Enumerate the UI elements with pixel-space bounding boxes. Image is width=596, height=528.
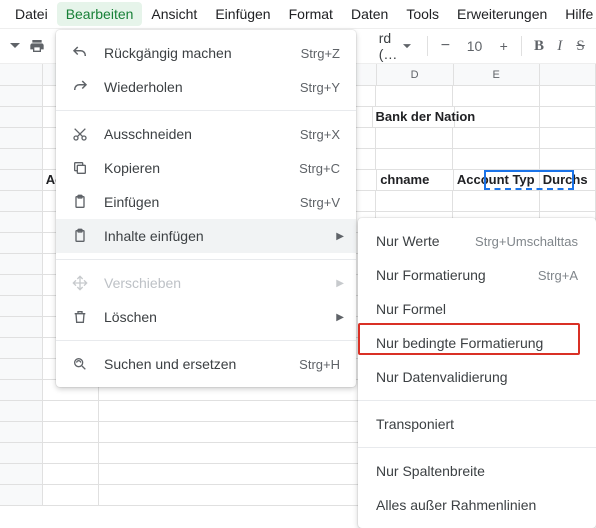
submenu-item-data-validation-only[interactable]: Nur Datenvalidierung	[358, 360, 596, 394]
menu-item-move: Verschieben ▶	[56, 266, 356, 300]
font-size-increase[interactable]: +	[496, 33, 511, 59]
cell-header-D[interactable]: chname	[377, 170, 454, 191]
separator	[521, 36, 522, 56]
submenu-item-all-except-borders[interactable]: Alles außer Rahmenlinien	[358, 488, 596, 522]
menu-file[interactable]: Datei	[6, 2, 57, 26]
col-header-F[interactable]	[540, 64, 596, 85]
menu-item-label: Verschieben	[104, 275, 340, 291]
menu-help[interactable]: Hilfe	[556, 2, 596, 26]
menu-item-shortcut: Strg+Y	[300, 80, 340, 95]
copy-icon	[70, 160, 90, 176]
menu-data[interactable]: Daten	[342, 2, 397, 26]
cell-header-E[interactable]: Account Typ	[454, 170, 540, 191]
menu-item-label: Nur Werte	[376, 233, 461, 249]
menu-item-paste-special[interactable]: Inhalte einfügen ▶	[56, 219, 356, 253]
font-name-select[interactable]: rd (…	[373, 28, 418, 64]
paste-special-submenu: Nur Werte Strg+Umschalttas Nur Formatier…	[358, 218, 596, 528]
menu-item-label: Nur Spaltenbreite	[376, 463, 578, 479]
strikethrough-button[interactable]: S	[573, 33, 588, 59]
cell-title[interactable]: Bank der Nation	[373, 107, 455, 128]
menu-item-shortcut: Strg+Umschalttas	[475, 234, 578, 249]
menu-tools[interactable]: Tools	[397, 2, 448, 26]
edit-menu-dropdown: Rückgängig machen Strg+Z Wiederholen Str…	[56, 30, 356, 387]
menu-item-shortcut: Strg+C	[299, 161, 340, 176]
menu-separator	[56, 340, 356, 341]
menu-item-label: Nur Formel	[376, 301, 578, 317]
menu-item-shortcut: Strg+V	[300, 195, 340, 210]
menu-item-shortcut: Strg+A	[538, 268, 578, 283]
cut-icon	[70, 126, 90, 142]
redo-icon	[70, 78, 90, 96]
menu-item-label: Inhalte einfügen	[104, 228, 340, 244]
submenu-item-formula-only[interactable]: Nur Formel	[358, 292, 596, 326]
menu-item-label: Wiederholen	[104, 79, 286, 95]
menu-item-copy[interactable]: Kopieren Strg+C	[56, 151, 356, 185]
font-size-input[interactable]: 10	[459, 38, 491, 54]
menu-item-label: Löschen	[104, 309, 340, 325]
menu-separator	[358, 447, 596, 448]
menu-extensions[interactable]: Erweiterungen	[448, 2, 556, 26]
menu-item-label: Nur Formatierung	[376, 267, 524, 283]
menu-separator	[358, 400, 596, 401]
submenu-item-values-only[interactable]: Nur Werte Strg+Umschalttas	[358, 224, 596, 258]
menubar: Datei Bearbeiten Ansicht Einfügen Format…	[0, 0, 596, 28]
menu-item-shortcut: Strg+Z	[301, 46, 340, 61]
menu-item-label: Transponiert	[376, 416, 578, 432]
chevron-down-icon	[403, 44, 411, 49]
menu-edit[interactable]: Bearbeiten	[57, 2, 143, 26]
font-name-label: rd (…	[379, 30, 398, 62]
chevron-down-icon	[10, 43, 20, 49]
menu-item-label: Nur Datenvalidierung	[376, 369, 578, 385]
print-button[interactable]	[29, 33, 45, 59]
paste-icon	[70, 194, 90, 210]
menu-item-shortcut: Strg+X	[300, 127, 340, 142]
menu-format[interactable]: Format	[280, 2, 342, 26]
menu-view[interactable]: Ansicht	[142, 2, 206, 26]
menu-item-cut[interactable]: Ausschneiden Strg+X	[56, 117, 356, 151]
paste-special-icon	[70, 228, 90, 244]
menu-item-redo[interactable]: Wiederholen Strg+Y	[56, 70, 356, 104]
submenu-item-formatting-only[interactable]: Nur Formatierung Strg+A	[358, 258, 596, 292]
menu-item-label: Nur bedingte Formatierung	[376, 335, 578, 351]
menu-insert[interactable]: Einfügen	[206, 2, 279, 26]
menu-item-delete[interactable]: Löschen ▶	[56, 300, 356, 334]
menu-item-label: Ausschneiden	[104, 126, 286, 142]
col-header-E[interactable]: E	[454, 64, 540, 85]
submenu-item-transposed[interactable]: Transponiert	[358, 407, 596, 441]
bold-button[interactable]: B	[532, 33, 547, 59]
separator	[427, 36, 428, 56]
toolbar-button[interactable]	[8, 33, 23, 59]
move-icon	[70, 275, 90, 291]
select-all-corner[interactable]	[0, 64, 43, 85]
print-icon	[29, 38, 45, 54]
submenu-arrow-icon: ▶	[336, 231, 344, 242]
col-header-D[interactable]: D	[377, 64, 454, 85]
menu-item-find-replace[interactable]: Suchen und ersetzen Strg+H	[56, 347, 356, 381]
menu-item-label: Einfügen	[104, 194, 286, 210]
menu-item-shortcut: Strg+H	[299, 357, 340, 372]
menu-item-label: Kopieren	[104, 160, 285, 176]
submenu-arrow-icon: ▶	[336, 312, 344, 323]
submenu-arrow-icon: ▶	[336, 278, 344, 289]
menu-item-label: Suchen und ersetzen	[104, 356, 285, 372]
font-size-decrease[interactable]: −	[438, 33, 453, 59]
menu-separator	[56, 259, 356, 260]
italic-button[interactable]: I	[552, 33, 567, 59]
submenu-item-column-width-only[interactable]: Nur Spaltenbreite	[358, 454, 596, 488]
undo-icon	[70, 44, 90, 62]
menu-separator	[56, 110, 356, 111]
submenu-item-conditional-formatting-only[interactable]: Nur bedingte Formatierung	[358, 326, 596, 360]
cell-header-F[interactable]: Durchs	[540, 170, 596, 191]
trash-icon	[70, 309, 90, 325]
menu-item-paste[interactable]: Einfügen Strg+V	[56, 185, 356, 219]
menu-item-label: Rückgängig machen	[104, 45, 287, 61]
menu-item-undo[interactable]: Rückgängig machen Strg+Z	[56, 36, 356, 70]
menu-item-label: Alles außer Rahmenlinien	[376, 497, 578, 513]
find-replace-icon	[70, 356, 90, 372]
